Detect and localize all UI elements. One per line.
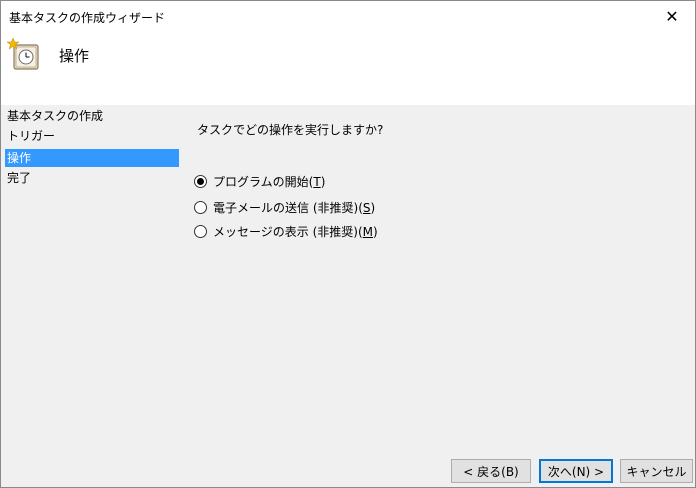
back-button[interactable]: < 戻る(B) xyxy=(451,459,531,483)
action-question: タスクでどの操作を実行しますか? xyxy=(197,123,384,137)
page-title: 操作 xyxy=(59,47,90,65)
nav-item-create-basic-task[interactable]: 基本タスクの作成 xyxy=(5,107,179,125)
cancel-button[interactable]: キャンセル xyxy=(620,459,693,483)
nav-item-action[interactable]: 操作 xyxy=(5,149,179,167)
option-send-email[interactable]: 電子メールの送信 (非推奨)(S) xyxy=(194,198,375,216)
window-title: 基本タスクの作成ウィザード xyxy=(9,11,166,25)
close-button[interactable]: ✕ xyxy=(649,1,695,31)
nav-item-trigger[interactable]: トリガー xyxy=(5,127,179,145)
radio-send-email[interactable] xyxy=(194,200,207,214)
option-label: プログラムの開始(T) xyxy=(213,174,326,189)
option-start-program[interactable]: プログラムの開始(T) xyxy=(194,172,325,190)
next-button[interactable]: 次へ(N) > xyxy=(539,459,613,483)
task-clock-icon xyxy=(7,37,39,70)
nav-item-finish[interactable]: 完了 xyxy=(5,169,179,187)
close-icon: ✕ xyxy=(665,6,679,26)
radio-start-program[interactable] xyxy=(194,174,207,188)
radio-display-message[interactable] xyxy=(194,224,207,238)
wizard-window: 基本タスクの作成ウィザード ✕ 操作 基本タスクの作成 トリガー 操作 完了 タ… xyxy=(0,0,696,488)
wizard-header: 操作 xyxy=(1,31,695,105)
option-label: 電子メールの送信 (非推奨)(S) xyxy=(213,200,376,215)
option-display-message[interactable]: メッセージの表示 (非推奨)(M) xyxy=(194,222,378,240)
wizard-steps-nav: 基本タスクの作成 トリガー 操作 完了 xyxy=(1,105,181,225)
option-label: メッセージの表示 (非推奨)(M) xyxy=(213,224,378,239)
title-bar: 基本タスクの作成ウィザード ✕ xyxy=(1,1,695,31)
